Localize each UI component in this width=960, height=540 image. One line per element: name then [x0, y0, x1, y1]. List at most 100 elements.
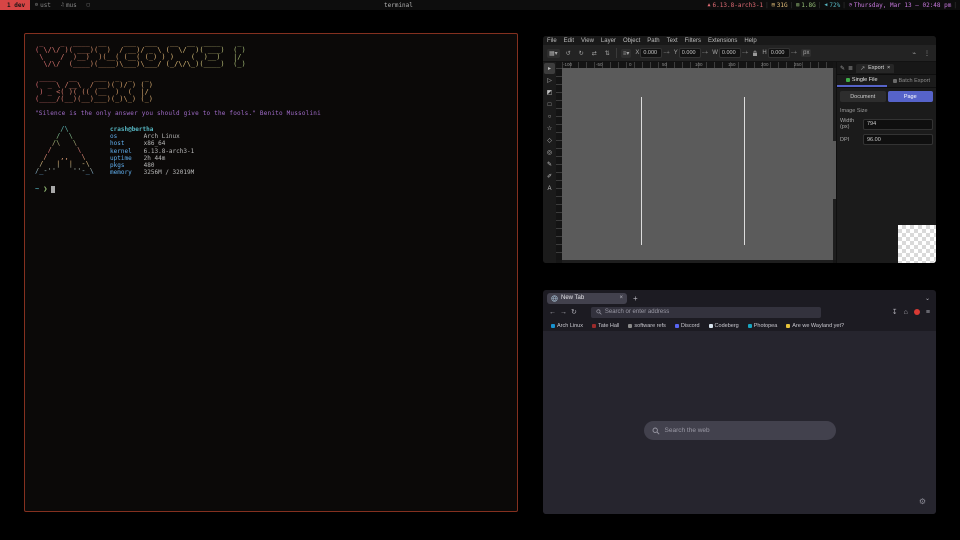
- home-icon[interactable]: ⌂: [904, 309, 908, 316]
- snap-toggle-icon[interactable]: ⌁: [910, 49, 918, 58]
- bookmark-item[interactable]: Discord: [675, 323, 700, 329]
- export-mode-tab[interactable]: Single File: [837, 75, 887, 87]
- forward-button[interactable]: →: [560, 309, 567, 316]
- bookmark-item[interactable]: Arch Linux: [551, 323, 583, 329]
- x-stepper[interactable]: −+: [663, 50, 669, 56]
- close-icon[interactable]: ×: [887, 65, 890, 71]
- tool-icon[interactable]: ◎: [544, 147, 555, 158]
- canvas-area[interactable]: -100 -50 0 50 100 150 200 250: [556, 62, 836, 263]
- fetch-label: pkgs: [110, 162, 140, 169]
- tool-icon[interactable]: ☆: [544, 123, 555, 134]
- menu-item[interactable]: Edit: [564, 38, 574, 44]
- drawing-canvas[interactable]: [562, 68, 833, 260]
- gear-icon[interactable]: ⚙: [919, 497, 926, 506]
- workspace-tag[interactable]: 1 dev: [0, 0, 30, 10]
- menu-item[interactable]: Layer: [601, 38, 616, 44]
- separator: |: [765, 2, 769, 9]
- h-value[interactable]: 0.000: [768, 48, 790, 58]
- web-search-box[interactable]: Search the web: [644, 421, 836, 440]
- bookmark-item[interactable]: Tate Hall: [592, 323, 619, 329]
- tool-icon[interactable]: □: [544, 99, 555, 110]
- bookmark-item[interactable]: Photopea: [748, 323, 778, 329]
- y-spinbox[interactable]: Y 0.000 −+: [674, 48, 708, 58]
- h-stepper[interactable]: −+: [791, 50, 797, 56]
- export-scope-button[interactable]: Document: [840, 91, 886, 102]
- downloads-icon[interactable]: ↧: [892, 308, 898, 316]
- flip-vertical-button[interactable]: ⇅: [603, 49, 612, 58]
- edit-dialog-icon[interactable]: ✎: [840, 65, 845, 72]
- new-tab-button[interactable]: +: [633, 294, 638, 303]
- bookmark-item[interactable]: Codeberg: [709, 323, 739, 329]
- width-input[interactable]: 794: [863, 119, 933, 130]
- browser-window[interactable]: New Tab × + ⌄ ← → ↻ Search or enter addr…: [543, 290, 936, 514]
- export-tab-label: Export: [868, 65, 884, 71]
- tab-bar: New Tab × + ⌄: [543, 290, 936, 304]
- layers-dialog-icon[interactable]: ≣: [848, 65, 853, 72]
- shell-prompt[interactable]: ~ ❯: [35, 185, 507, 193]
- tab-title: New Tab: [561, 295, 584, 301]
- reload-button[interactable]: ↻: [571, 308, 577, 316]
- workspace-tag[interactable]: ⚙ ust: [30, 0, 56, 10]
- menu-item[interactable]: Help: [744, 38, 756, 44]
- export-mode-tab[interactable]: Batch Export: [887, 75, 937, 87]
- tab-close-icon[interactable]: ×: [619, 295, 623, 301]
- w-value[interactable]: 0.000: [719, 48, 741, 58]
- align-dropdown[interactable]: ≡▾: [621, 49, 632, 58]
- url-bar[interactable]: Search or enter address: [591, 307, 821, 318]
- y-value[interactable]: 0.000: [679, 48, 701, 58]
- menu-item[interactable]: Extensions: [708, 38, 737, 44]
- inkscape-window[interactable]: File Edit View Layer Object Path Text Fi…: [543, 36, 936, 263]
- tool-icon[interactable]: ✐: [544, 171, 555, 182]
- menu-item[interactable]: Filters: [685, 38, 701, 44]
- canvas-horizontal-scrollbar[interactable]: [562, 260, 833, 263]
- tool-icon[interactable]: ◩: [544, 87, 555, 98]
- dpi-input[interactable]: 96.00: [863, 134, 933, 145]
- workspace-tag[interactable]: □: [82, 0, 97, 10]
- tool-icon[interactable]: ◇: [544, 135, 555, 146]
- tool-icon[interactable]: ✎: [544, 159, 555, 170]
- bookmark-favicon: [551, 324, 555, 328]
- tool-controls-bar: ▦▾ ↺ ↻ ⇄ ⇅ ≡▾ X 0.000 −+ Y 0.000 −+ W 0.…: [543, 45, 936, 62]
- menu-item[interactable]: Text: [667, 38, 678, 44]
- back-button[interactable]: ←: [549, 309, 556, 316]
- h-spinbox[interactable]: H 0.000 −+: [762, 48, 797, 58]
- ublock-icon[interactable]: [914, 309, 920, 315]
- tool-icon[interactable]: ○: [544, 111, 555, 122]
- bookmark-item[interactable]: Are we Wayland yet?: [786, 323, 844, 329]
- web-search-placeholder: Search the web: [665, 427, 710, 434]
- prompt-char: ❯: [43, 185, 47, 193]
- menu-item[interactable]: Object: [623, 38, 640, 44]
- toolbar-separator: [616, 48, 617, 58]
- x-spinbox[interactable]: X 0.000 −+: [635, 48, 669, 58]
- terminal-window[interactable]: _ _ ____ __ ___ ___ __ __ ____ _ ( \/\/ …: [24, 33, 518, 512]
- units-dropdown[interactable]: px: [801, 49, 811, 57]
- workspace-tags: 1 dev ⚙ ust ♫ mus □: [0, 0, 97, 10]
- separator: |: [842, 2, 846, 9]
- rotate-cw-button[interactable]: ↻: [577, 49, 586, 58]
- export-scope-button[interactable]: Page: [888, 91, 934, 102]
- menu-item[interactable]: File: [547, 38, 557, 44]
- fetch-value: 6.13.8-arch3-1: [144, 148, 195, 155]
- workspace-tag[interactable]: ♫ mus: [56, 0, 82, 10]
- rotate-ccw-button[interactable]: ↺: [564, 49, 573, 58]
- x-value[interactable]: 0.000: [640, 48, 662, 58]
- lock-ratio-icon[interactable]: [752, 50, 758, 57]
- fetch-value: 3256M / 32019M: [144, 169, 195, 176]
- bookmark-item[interactable]: software refs: [628, 323, 665, 329]
- y-stepper[interactable]: −+: [702, 50, 708, 56]
- export-dialog-tab[interactable]: ↗ Export ×: [856, 64, 894, 73]
- menu-icon[interactable]: ≡: [926, 309, 930, 316]
- tool-icon[interactable]: ▸: [544, 63, 555, 74]
- menu-item[interactable]: Path: [647, 38, 659, 44]
- tool-icon[interactable]: A: [544, 183, 555, 194]
- separator: |: [790, 2, 794, 9]
- browser-tab[interactable]: New Tab ×: [547, 293, 627, 304]
- flip-horizontal-button[interactable]: ⇄: [590, 49, 599, 58]
- w-spinbox[interactable]: W 0.000 −+: [712, 48, 748, 58]
- select-mode-dropdown[interactable]: ▦▾: [547, 49, 560, 58]
- w-stepper[interactable]: −+: [742, 50, 748, 56]
- toolbar-overflow-icon[interactable]: ⋮: [922, 49, 932, 58]
- menu-item[interactable]: View: [581, 38, 594, 44]
- tool-icon[interactable]: ▷: [544, 75, 555, 86]
- tab-list-chevron-icon[interactable]: ⌄: [925, 295, 930, 302]
